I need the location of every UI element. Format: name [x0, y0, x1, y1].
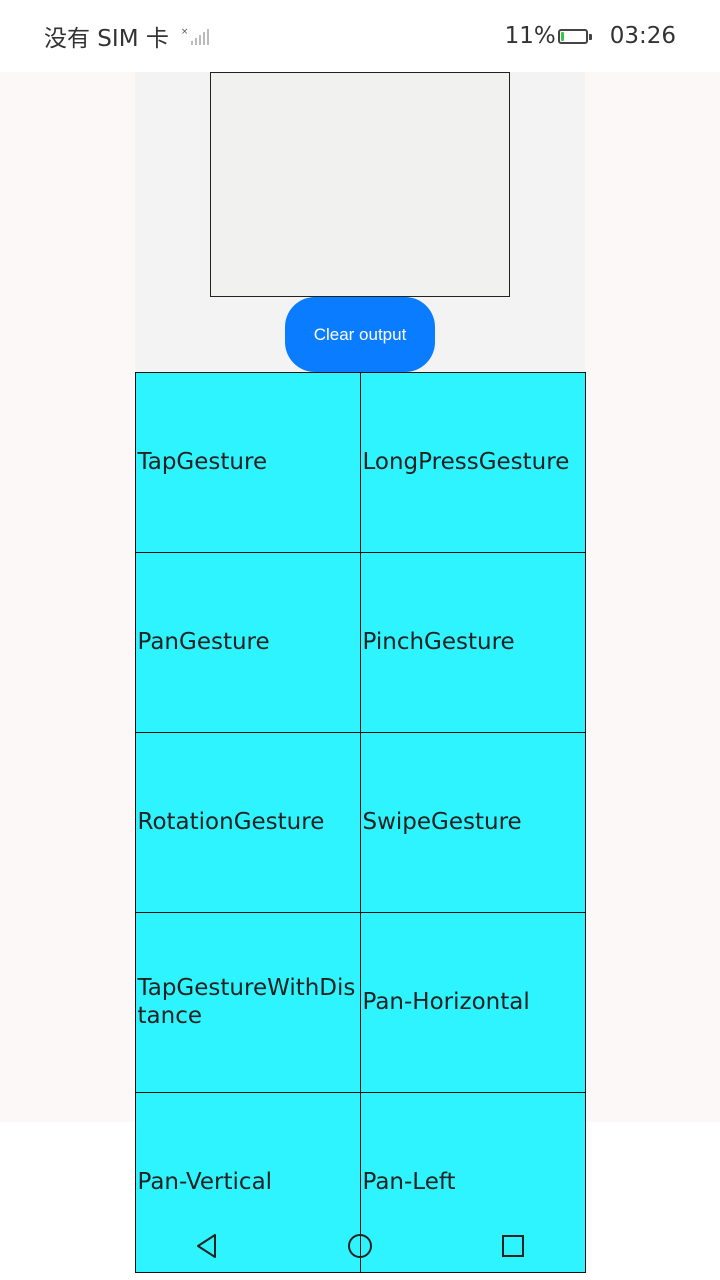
gesture-cell-swipe[interactable]: SwipeGesture: [359, 731, 586, 913]
gesture-cell-pinch[interactable]: PinchGesture: [359, 551, 586, 733]
status-left: 没有 SIM 卡 ×: [44, 20, 210, 52]
output-box: [210, 72, 510, 297]
clear-output-button[interactable]: Clear output: [285, 297, 435, 372]
gesture-cell-tap[interactable]: TapGesture: [134, 371, 361, 553]
battery-icon: [557, 28, 592, 44]
gesture-cell-pan-horizontal[interactable]: Pan-Horizontal: [359, 911, 586, 1093]
gesture-cell-pan[interactable]: PanGesture: [134, 551, 361, 733]
clock: 03:26: [609, 23, 676, 49]
recents-icon[interactable]: [495, 1228, 531, 1264]
status-bar: 没有 SIM 卡 × 11% 03:26: [0, 0, 720, 72]
signal-icon: ×: [181, 27, 210, 45]
battery-percent: 11%: [504, 23, 556, 49]
gesture-cell-rotation[interactable]: RotationGesture: [134, 731, 361, 913]
back-icon[interactable]: [189, 1228, 225, 1264]
gesture-cell-tap-with-distance[interactable]: TapGestureWithDistance: [134, 911, 361, 1093]
gesture-cell-pan-vertical[interactable]: Pan-Vertical: [134, 1091, 361, 1273]
status-right: 11% 03:26: [505, 20, 676, 52]
home-icon[interactable]: [342, 1228, 378, 1264]
carrier-label: 没有 SIM 卡: [44, 26, 169, 52]
gesture-cell-pan-left[interactable]: Pan-Left: [359, 1091, 586, 1273]
gesture-cell-long-press[interactable]: LongPressGesture: [359, 371, 586, 553]
gesture-grid: TapGesture LongPressGesture PanGesture P…: [134, 371, 586, 1273]
